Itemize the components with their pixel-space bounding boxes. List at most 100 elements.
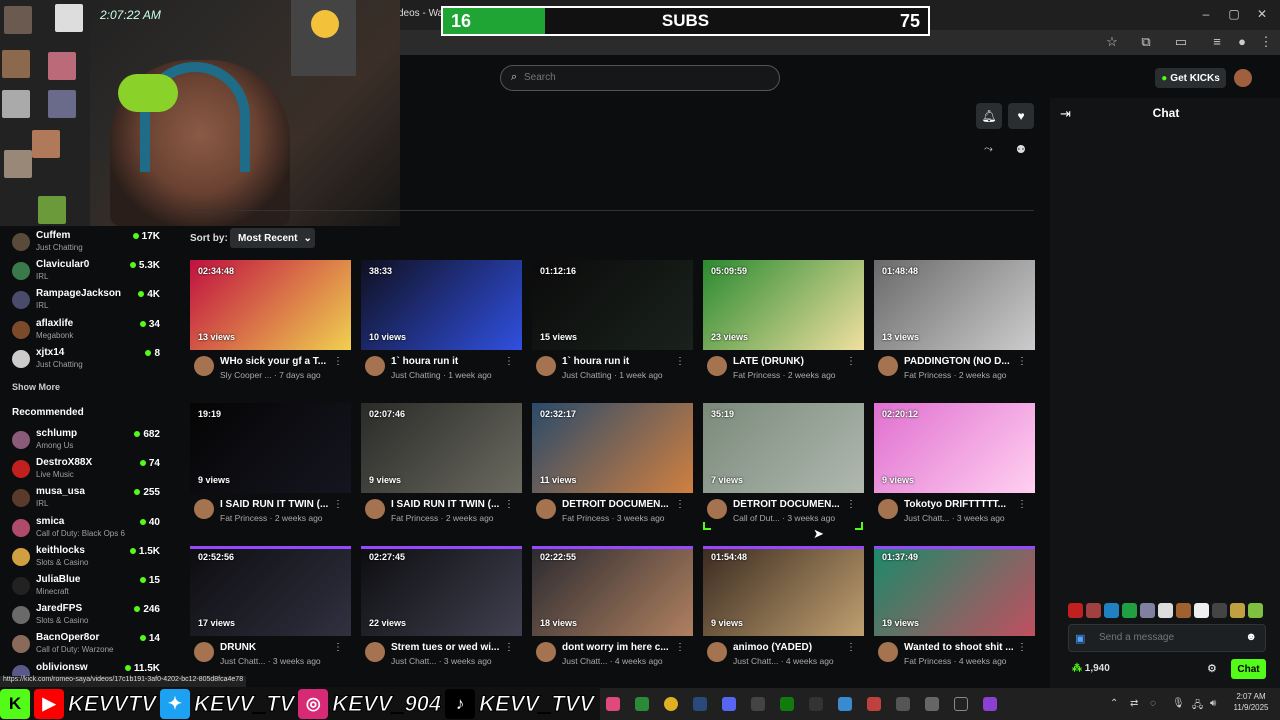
more-options-icon[interactable]: ⋮ bbox=[1017, 356, 1027, 367]
app-icon[interactable] bbox=[867, 697, 881, 711]
cast-icon[interactable]: ▭ bbox=[1172, 34, 1190, 50]
channel-avatar[interactable] bbox=[707, 499, 727, 519]
video-title[interactable]: Strem tues or wed wi... bbox=[391, 642, 506, 653]
video-category[interactable]: Just Chatt... bbox=[220, 656, 265, 666]
emote-icon[interactable] bbox=[1158, 603, 1173, 618]
media-queue-icon[interactable]: ≡ bbox=[1208, 34, 1226, 49]
sort-dropdown[interactable]: Most Recent ⌄ bbox=[230, 228, 315, 248]
video-category[interactable]: Fat Princess bbox=[220, 513, 267, 523]
video-thumbnail[interactable]: 38:33 10 views bbox=[361, 260, 522, 350]
video-category[interactable]: Sly Cooper ... bbox=[220, 370, 272, 380]
photos-icon[interactable] bbox=[838, 697, 852, 711]
emote-icon[interactable] bbox=[1140, 603, 1155, 618]
emote-icon[interactable] bbox=[1212, 603, 1227, 618]
video-card[interactable]: 02:20:12 9 views Tokotyo DRIFTTTTT... Just … bbox=[874, 403, 1035, 533]
emote-icon[interactable] bbox=[1068, 603, 1083, 618]
video-title[interactable]: LATE (DRUNK) bbox=[733, 356, 848, 367]
channel-avatar[interactable] bbox=[536, 356, 556, 376]
more-options-icon[interactable]: ⋮ bbox=[1017, 642, 1027, 653]
sidebar-channel-juliablue[interactable]: JuliaBlue Minecraft 15 bbox=[10, 574, 160, 602]
notification-bell-button[interactable]: 🔔︎ bbox=[976, 103, 1002, 129]
video-thumbnail[interactable]: 02:34:48 13 views bbox=[190, 260, 351, 350]
video-card[interactable]: 02:22:55 18 views dont worry im here c... J… bbox=[532, 546, 693, 676]
channel-avatar[interactable] bbox=[194, 642, 214, 662]
video-title[interactable]: Tokotyo DRIFTTTTT... bbox=[904, 499, 1019, 510]
extensions-icon[interactable]: ⧉ bbox=[1137, 34, 1155, 50]
more-options-icon[interactable]: ⋮ bbox=[846, 642, 856, 653]
sidebar-channel-bacnoper8or[interactable]: BacnOper8or Call of Duty: Warzone 14 bbox=[10, 632, 160, 660]
minimize-icon[interactable]: – bbox=[1196, 7, 1216, 21]
video-thumbnail[interactable]: 02:32:17 11 views bbox=[532, 403, 693, 493]
sidebar-channel-jaredfps[interactable]: JaredFPS Slots & Casino 246 bbox=[10, 603, 160, 631]
video-title[interactable]: 1` houra run it bbox=[391, 356, 506, 367]
video-card[interactable]: 38:33 10 views 1` houra run it Just Chattin… bbox=[361, 260, 522, 390]
video-title[interactable]: I SAID RUN IT TWIN (... bbox=[391, 499, 506, 510]
chat-settings-gear-icon[interactable]: ⚙ bbox=[1207, 662, 1217, 675]
video-category[interactable]: Call of Dut... bbox=[733, 513, 780, 523]
show-more-button[interactable]: Show More bbox=[12, 382, 60, 392]
more-options-icon[interactable]: ⋮ bbox=[333, 642, 343, 653]
video-card[interactable]: 05:09:59 23 views LATE (DRUNK) Fat Princess… bbox=[703, 260, 864, 390]
xbox-icon[interactable] bbox=[780, 697, 794, 711]
channel-avatar[interactable] bbox=[365, 499, 385, 519]
microphone-icon[interactable]: 🎙︎ bbox=[1172, 698, 1185, 709]
channel-avatar[interactable] bbox=[194, 356, 214, 376]
video-thumbnail[interactable]: 01:12:16 15 views bbox=[532, 260, 693, 350]
channel-avatar[interactable] bbox=[365, 642, 385, 662]
video-thumbnail[interactable]: 35:19 7 views bbox=[703, 403, 864, 493]
channel-avatar[interactable] bbox=[536, 642, 556, 662]
channel-avatar[interactable] bbox=[878, 356, 898, 376]
channel-avatar[interactable] bbox=[365, 356, 385, 376]
more-options-icon[interactable]: ⋮ bbox=[504, 356, 514, 367]
taskbar-clock[interactable]: 2:07 AM 11/9/2025 bbox=[1226, 691, 1276, 713]
channel-avatar[interactable] bbox=[878, 642, 898, 662]
app-icon[interactable] bbox=[925, 697, 939, 711]
more-options-icon[interactable]: ⋮ bbox=[504, 642, 514, 653]
video-card[interactable]: 01:54:48 9 views animoo (YADED) Just Chatt.… bbox=[703, 546, 864, 676]
emote-icon[interactable] bbox=[1194, 603, 1209, 618]
sidebar-channel-keithlocks[interactable]: keithlocks Slots & Casino 1.5K bbox=[10, 545, 160, 573]
chat-input-box[interactable]: ▣ ☻ bbox=[1068, 624, 1266, 652]
emote-icon[interactable] bbox=[1104, 603, 1119, 618]
emote-icon[interactable] bbox=[1086, 603, 1101, 618]
collapse-chat-icon[interactable]: ⇥ bbox=[1060, 106, 1071, 122]
video-category[interactable]: Fat Princess bbox=[733, 370, 780, 380]
more-options-icon[interactable]: ⋮ bbox=[846, 499, 856, 510]
get-kicks-button[interactable]: ● Get KICKs bbox=[1155, 68, 1226, 88]
video-title[interactable]: 1` houra run it bbox=[562, 356, 677, 367]
emote-icon[interactable] bbox=[1176, 603, 1191, 618]
follow-button[interactable]: ♥ bbox=[1008, 103, 1034, 129]
channel-avatar[interactable] bbox=[536, 499, 556, 519]
music-app-icon[interactable] bbox=[606, 697, 620, 711]
more-options-icon[interactable]: ⋮ bbox=[675, 356, 685, 367]
tray-app-icon[interactable]: ◌ bbox=[1150, 698, 1156, 709]
sidebar-channel-aflaxlife[interactable]: aflaxlife Megabonk 34 bbox=[10, 318, 160, 346]
app-icon[interactable] bbox=[896, 697, 910, 711]
video-card[interactable]: 02:34:48 13 views WHo sick your gf a T... S… bbox=[190, 260, 351, 390]
discord-icon[interactable] bbox=[722, 697, 736, 711]
channel-points[interactable]: ⁂ 1,940 bbox=[1072, 663, 1110, 674]
video-card[interactable]: 02:27:45 22 views Strem tues or wed wi... J… bbox=[361, 546, 522, 676]
video-category[interactable]: Fat Princess bbox=[562, 513, 609, 523]
spreadsheet-app-icon[interactable] bbox=[635, 697, 649, 711]
video-title[interactable]: animoo (YADED) bbox=[733, 642, 848, 653]
sidebar-channel-xjtx14[interactable]: xjtx14 Just Chatting 8 bbox=[10, 347, 160, 375]
user-profile-icon[interactable]: ⚉ bbox=[1016, 143, 1026, 156]
channel-avatar[interactable] bbox=[194, 499, 214, 519]
bookmark-star-icon[interactable]: ☆ bbox=[1103, 34, 1121, 50]
video-category[interactable]: Just Chatt... bbox=[562, 656, 607, 666]
video-card[interactable]: 02:32:17 11 views DETROIT DOCUMEN... Fat Pr… bbox=[532, 403, 693, 533]
volume-icon[interactable]: 🔊︎ bbox=[1210, 698, 1216, 709]
profile-icon[interactable]: ● bbox=[1233, 34, 1251, 49]
video-thumbnail[interactable]: 02:27:45 22 views bbox=[361, 546, 522, 636]
video-card[interactable]: 02:07:46 9 views I SAID RUN IT TWIN (... Fa… bbox=[361, 403, 522, 533]
chrome-icon[interactable] bbox=[664, 697, 678, 711]
video-card[interactable]: 35:19 7 views DETROIT DOCUMEN... Call of Du… bbox=[703, 403, 864, 533]
video-thumbnail[interactable]: 02:22:55 18 views bbox=[532, 546, 693, 636]
emote-picker-icon[interactable]: ▣ bbox=[1075, 632, 1085, 645]
video-card[interactable]: 19:19 9 views I SAID RUN IT TWIN (... Fat P… bbox=[190, 403, 351, 533]
video-thumbnail[interactable]: 02:20:12 9 views bbox=[874, 403, 1035, 493]
video-title[interactable]: PADDINGTON (NO D... bbox=[904, 356, 1019, 367]
video-title[interactable]: Wanted to shoot shit ... bbox=[904, 642, 1019, 653]
sidebar-channel-schlump[interactable]: schlump Among Us 682 bbox=[10, 428, 160, 456]
